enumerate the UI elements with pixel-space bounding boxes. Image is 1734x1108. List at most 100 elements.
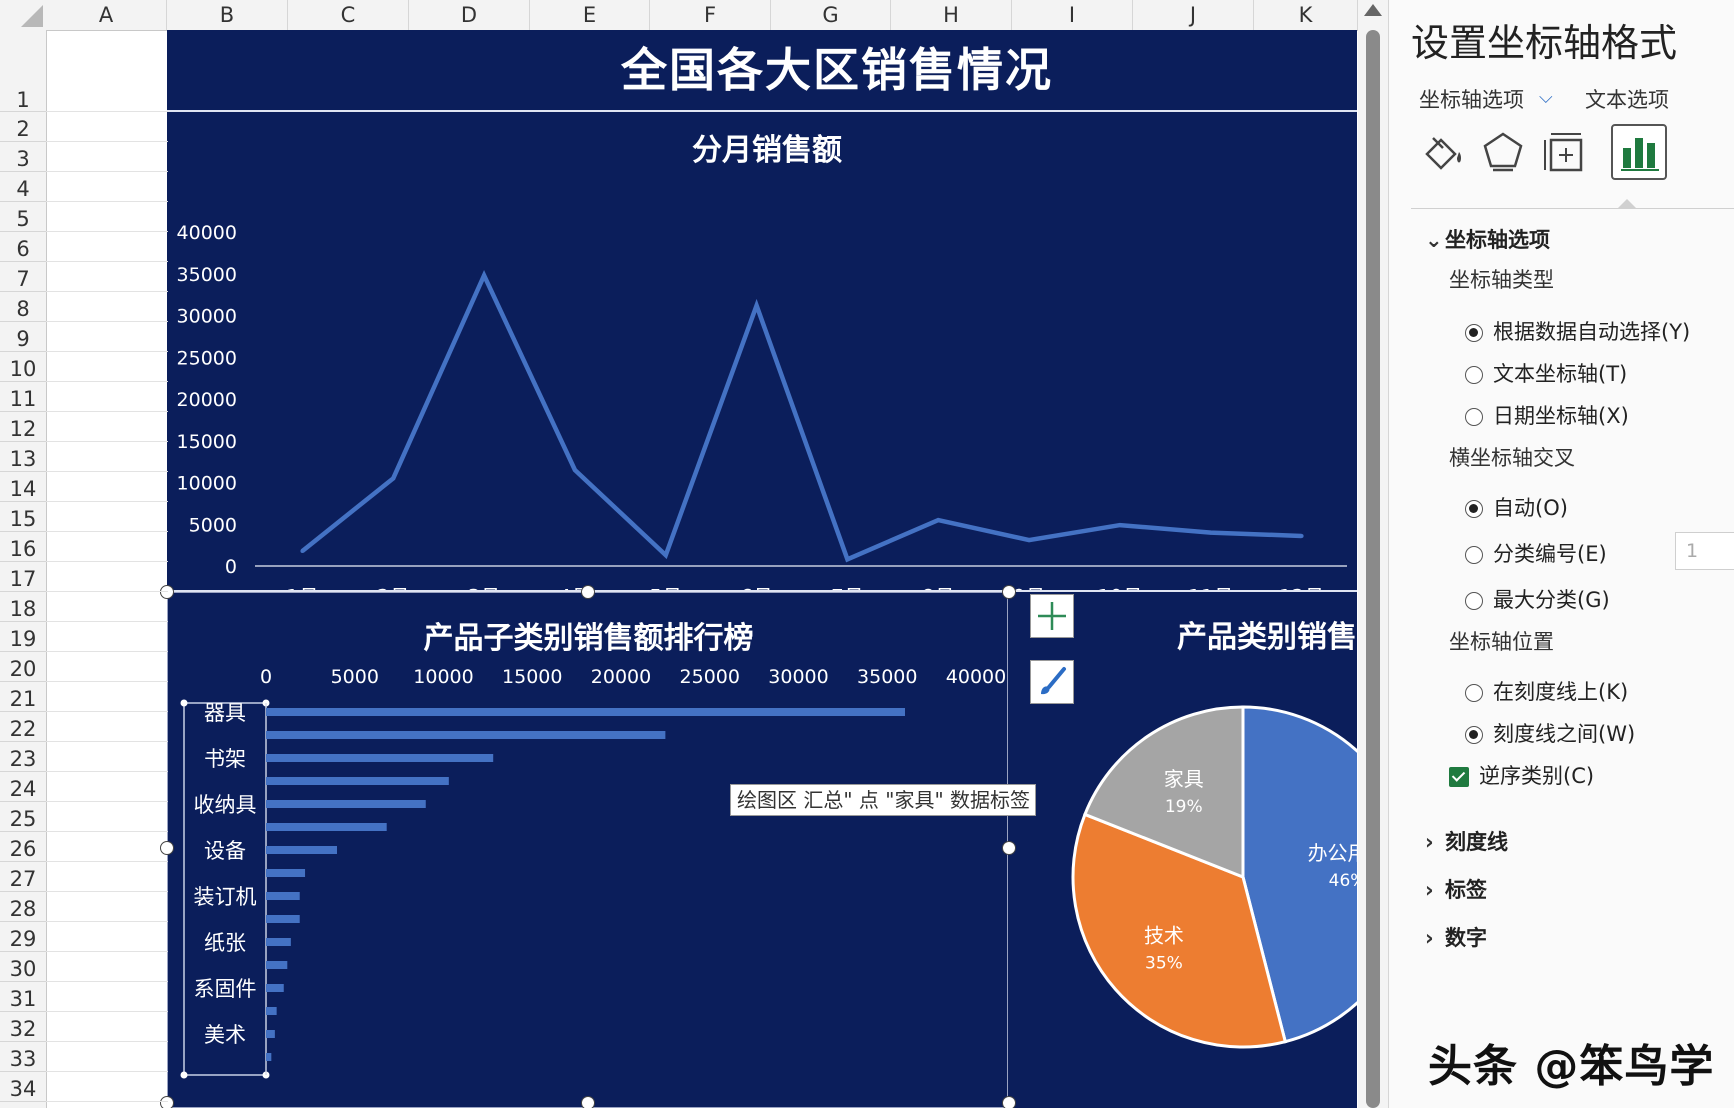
- data-point[interactable]: [1299, 533, 1304, 538]
- bar[interactable]: [266, 869, 306, 877]
- row-header-29[interactable]: 29: [0, 922, 46, 952]
- row-header-27[interactable]: 27: [0, 862, 46, 892]
- scrollbar-thumb[interactable]: [1366, 30, 1380, 1108]
- resize-handle-tr[interactable]: [1002, 585, 1016, 599]
- row-header-13[interactable]: 13: [0, 442, 46, 472]
- section-number[interactable]: › 数字: [1425, 922, 1487, 952]
- monthly-sales-line-chart[interactable]: 0 5000 10000 15000 20000 25000 30000 35000 40000…: [167, 180, 1357, 590]
- section-axis-options[interactable]: ⌄ 坐标轴选项: [1425, 224, 1550, 254]
- bar[interactable]: [266, 754, 494, 762]
- row-header-4[interactable]: 4: [0, 172, 46, 202]
- column-header-c[interactable]: C: [288, 0, 409, 30]
- row-header-3[interactable]: 3: [0, 142, 46, 172]
- bar[interactable]: [266, 915, 300, 923]
- column-header-i[interactable]: I: [1012, 0, 1133, 30]
- bar[interactable]: [266, 800, 426, 808]
- row-header-11[interactable]: 11: [0, 382, 46, 412]
- sales-series-line[interactable]: [301, 270, 1302, 563]
- axis-selection-handle[interactable]: [180, 699, 188, 707]
- row-header-33[interactable]: 33: [0, 1042, 46, 1072]
- column-header-e[interactable]: E: [530, 0, 650, 30]
- row-header-28[interactable]: 28: [0, 892, 46, 922]
- bar[interactable]: [266, 777, 449, 785]
- row-header-26[interactable]: 26: [0, 832, 46, 862]
- data-point[interactable]: [663, 553, 668, 558]
- bar[interactable]: [266, 708, 905, 716]
- row-header-6[interactable]: 6: [0, 232, 46, 262]
- row-header-31[interactable]: 31: [0, 982, 46, 1012]
- bar[interactable]: [266, 823, 387, 831]
- row-header-34[interactable]: 34: [0, 1072, 46, 1102]
- axis-type-date-radio[interactable]: 日期坐标轴(X): [1465, 400, 1629, 430]
- data-point[interactable]: [754, 303, 759, 308]
- tab-axis-options[interactable]: 坐标轴选项: [1419, 84, 1524, 114]
- row-header-23[interactable]: 23: [0, 742, 46, 772]
- row-header-14[interactable]: 14: [0, 472, 46, 502]
- axis-options-icon[interactable]: [1611, 124, 1667, 180]
- data-point[interactable]: [391, 476, 396, 481]
- resize-handle-tl[interactable]: [160, 585, 174, 599]
- cross-max-category-radio[interactable]: 最大分类(G): [1465, 584, 1610, 614]
- size-properties-icon[interactable]: [1537, 124, 1593, 180]
- column-header-h[interactable]: H: [891, 0, 1012, 30]
- column-header-f[interactable]: F: [650, 0, 771, 30]
- column-header-a[interactable]: A: [46, 0, 167, 30]
- resize-handle-br[interactable]: [1002, 1096, 1016, 1108]
- tab-text-options[interactable]: 文本选项: [1585, 84, 1669, 114]
- resize-handle-ml[interactable]: [160, 841, 174, 855]
- bar[interactable]: [266, 846, 337, 854]
- row-header-17[interactable]: 17: [0, 562, 46, 592]
- category-number-input[interactable]: 1: [1675, 532, 1734, 570]
- position-between-tick-radio[interactable]: 刻度线之间(W): [1465, 718, 1635, 748]
- effects-icon[interactable]: [1475, 124, 1531, 180]
- bar[interactable]: [266, 961, 288, 969]
- row-header-30[interactable]: 30: [0, 952, 46, 982]
- row-header-20[interactable]: 20: [0, 652, 46, 682]
- data-point[interactable]: [845, 557, 850, 562]
- cross-auto-radio[interactable]: 自动(O): [1465, 492, 1568, 522]
- resize-handle-mr[interactable]: [1002, 841, 1016, 855]
- bar[interactable]: [266, 984, 284, 992]
- bar[interactable]: [266, 938, 291, 946]
- subcategory-bar-chart[interactable]: 0 5000 10000 15000 20000 25000 30000 35000 40000…: [167, 592, 1008, 1108]
- row-header-18[interactable]: 18: [0, 592, 46, 622]
- resize-handle-bl[interactable]: [160, 1096, 174, 1108]
- section-labels[interactable]: › 标签: [1425, 874, 1487, 904]
- axis-type-auto-radio[interactable]: 根据数据自动选择(Y): [1465, 316, 1690, 346]
- bar[interactable]: [266, 1053, 272, 1061]
- data-point[interactable]: [1027, 538, 1032, 543]
- row-header-5[interactable]: 5: [0, 202, 46, 232]
- fill-line-icon[interactable]: [1413, 124, 1469, 180]
- row-header-8[interactable]: 8: [0, 292, 46, 322]
- axis-type-text-radio[interactable]: 文本坐标轴(T): [1465, 358, 1627, 388]
- row-header-32[interactable]: 32: [0, 1012, 46, 1042]
- column-header-j[interactable]: J: [1133, 0, 1254, 30]
- row-header-9[interactable]: 9: [0, 322, 46, 352]
- bar[interactable]: [266, 1030, 275, 1038]
- axis-selection-handle[interactable]: [180, 1071, 188, 1079]
- row-header-21[interactable]: 21: [0, 682, 46, 712]
- chart-styles-button[interactable]: [1030, 660, 1074, 704]
- resize-handle-bm[interactable]: [581, 1096, 595, 1108]
- column-header-d[interactable]: D: [409, 0, 530, 30]
- row-header-15[interactable]: 15: [0, 502, 46, 532]
- row-header-7[interactable]: 7: [0, 262, 46, 292]
- chart-elements-button[interactable]: [1030, 594, 1074, 638]
- bar[interactable]: [266, 731, 666, 739]
- position-on-tick-radio[interactable]: 在刻度线上(K): [1465, 676, 1628, 706]
- data-point[interactable]: [572, 467, 577, 472]
- data-point[interactable]: [1117, 523, 1122, 528]
- cross-category-number-radio[interactable]: 分类编号(E): [1465, 538, 1607, 568]
- data-point[interactable]: [1208, 530, 1213, 535]
- spreadsheet-grid[interactable]: ABCDEFGHIJK 1 2 3 4 5 6 7 8 9 10 11 12 13 14 15 16 17 18 1…: [0, 0, 1358, 1108]
- chevron-down-icon[interactable]: ⌵: [1539, 87, 1553, 108]
- bar[interactable]: [266, 892, 300, 900]
- data-point[interactable]: [482, 273, 487, 278]
- row-header-19[interactable]: 19: [0, 622, 46, 652]
- row-header-25[interactable]: 25: [0, 802, 46, 832]
- row-header-12[interactable]: 12: [0, 412, 46, 442]
- column-header-k[interactable]: K: [1254, 0, 1358, 30]
- row-header-10[interactable]: 10: [0, 352, 46, 382]
- select-all-corner[interactable]: [0, 0, 47, 31]
- column-header-b[interactable]: B: [167, 0, 288, 30]
